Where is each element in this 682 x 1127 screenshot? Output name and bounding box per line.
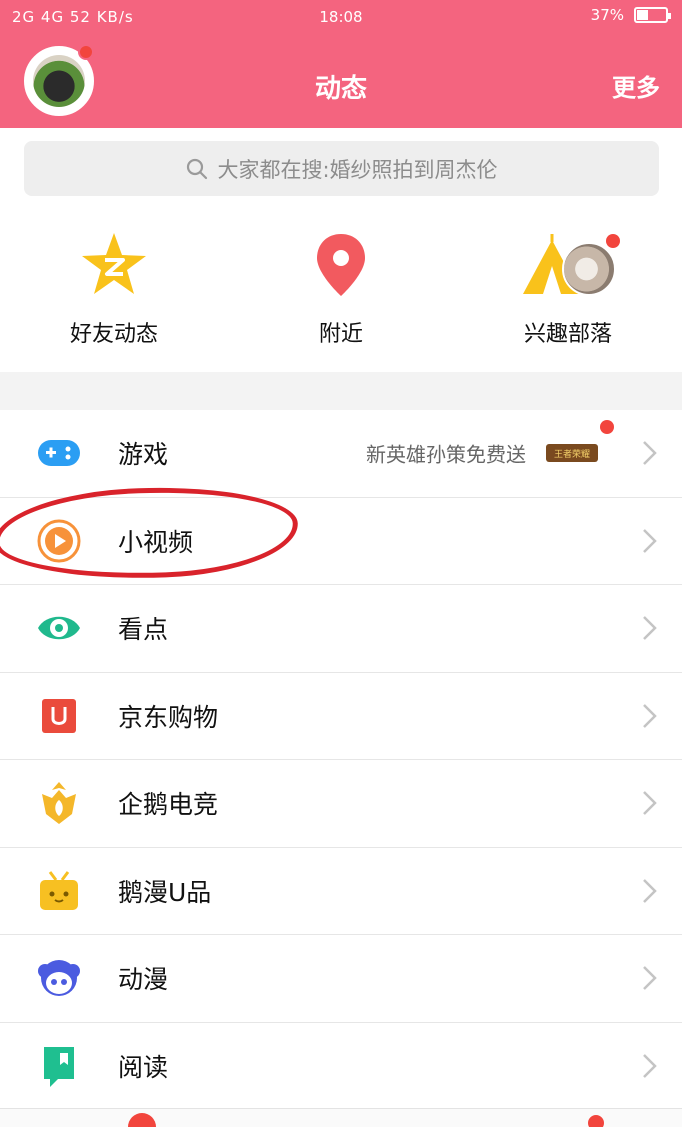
page-title: 动态 [314,74,367,104]
list-label-kandian: 看点 [118,615,169,645]
section-divider [0,372,682,410]
list-label-esports: 企鹅电竞 [118,790,219,820]
chevron-right-icon [643,703,657,728]
chevron-right-icon [643,1053,657,1078]
battery-icon [634,7,671,23]
search-icon [187,158,208,179]
list-label-games: 游戏 [118,440,169,470]
chevron-right-icon [643,528,657,553]
top-header: 2G 4G 52 KB/s 18:08 37% 动态 更多 [0,0,682,128]
tribe-notification-dot [606,234,620,248]
quick-item-friends-feed[interactable]: 好友动态 [14,212,214,362]
tab-notification-dot [588,1115,604,1127]
location-pin-icon [317,234,365,296]
avatar-notification-dot [78,44,94,60]
status-bar: 2G 4G 52 KB/s 18:08 37% [0,0,682,36]
video-play-icon [37,519,81,563]
list-label-short-video: 小视频 [118,527,194,557]
quick-label-friends-feed: 好友动态 [69,322,158,347]
esports-crown-icon [42,782,76,825]
battery-percent: 37% [590,6,624,24]
list-item-esports[interactable]: 企鹅电竞 [0,760,682,848]
feature-list: 游戏 新英雄孙策免费送 王者荣耀 小视频 看点 京东购物 企鹅电竞 鹅漫U品 动… [0,410,682,1110]
game-logo-text: 王者荣耀 [554,448,590,460]
list-item-reading[interactable]: 阅读 [0,1023,682,1110]
list-label-anime: 动漫 [118,965,169,995]
chevron-right-icon [643,878,657,903]
search-placeholder: 大家都在搜:婚纱照拍到周杰伦 [217,157,498,182]
list-item-eman-u-pin[interactable]: 鹅漫U品 [0,848,682,935]
quick-label-nearby: 附近 [318,322,363,347]
quick-item-interest-tribe[interactable]: 兴趣部落 [468,212,668,362]
star-icon [82,233,146,294]
status-right: 37% [590,6,671,24]
game-logo-icon: 王者荣耀 [546,444,598,463]
search-bar[interactable]: 大家都在搜:婚纱照拍到周杰伦 [24,141,659,196]
list-label-reading: 阅读 [118,1052,169,1082]
list-item-games[interactable]: 游戏 新英雄孙策免费送 王者荣耀 [0,410,682,498]
book-icon [44,1046,74,1087]
games-promo-text: 新英雄孙策免费送 [366,442,526,467]
list-item-short-video[interactable]: 小视频 [0,498,682,585]
status-time: 18:08 [319,8,363,26]
gift-box-icon [40,870,78,910]
more-button[interactable]: 更多 [612,68,660,103]
chevron-right-icon [643,441,657,466]
gamepad-icon [38,440,80,467]
quick-label-interest-tribe: 兴趣部落 [523,322,612,347]
eye-icon [38,617,80,640]
shopping-bag-icon [42,698,76,733]
bottom-tab-bar [0,1108,682,1127]
quick-item-nearby[interactable]: 附近 [241,212,441,362]
list-label-eman-u-pin: 鹅漫U品 [118,877,212,907]
chevron-right-icon [643,791,657,816]
list-item-kandian[interactable]: 看点 [0,585,682,673]
chevron-right-icon [643,966,657,991]
chevron-right-icon [643,616,657,641]
tab-notification-dot [128,1113,156,1127]
list-label-jd-shopping: 京东购物 [118,702,219,732]
quick-actions: 好友动态 附近 兴趣部落 [0,212,682,372]
list-item-jd-shopping[interactable]: 京东购物 [0,673,682,760]
anime-character-icon [38,960,80,997]
list-item-anime[interactable]: 动漫 [0,935,682,1023]
games-notification-dot [600,420,614,434]
tribe-avatar [562,242,616,296]
